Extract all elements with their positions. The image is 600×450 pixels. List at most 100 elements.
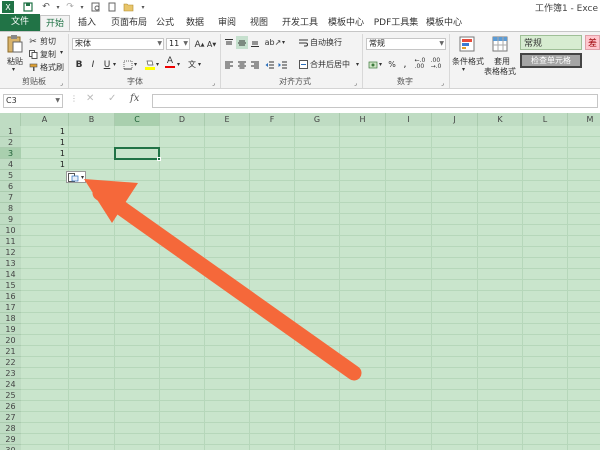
column-header-m[interactable]: M (568, 113, 600, 126)
phonetic-dropdown-icon[interactable]: ▾ (198, 61, 201, 68)
new-file-icon[interactable] (106, 1, 118, 13)
style-check-cell[interactable]: 检查单元格 (520, 53, 582, 68)
wrap-text-icon[interactable] (298, 36, 308, 49)
row-header-4[interactable]: 4 (0, 159, 21, 170)
copy-button[interactable]: 复制 (40, 49, 56, 60)
fill-color-icon[interactable] (144, 58, 156, 71)
shrink-font-button[interactable]: A ▼ (206, 38, 217, 51)
accounting-format-icon[interactable] (367, 58, 379, 71)
font-name-select[interactable]: 宋体 ▼ (72, 38, 164, 50)
row-header-1[interactable]: 1 (0, 126, 21, 137)
copy-icon[interactable] (28, 48, 38, 61)
column-header-b[interactable]: B (69, 113, 115, 126)
insert-function-icon[interactable]: fx (130, 93, 139, 104)
orientation-dropdown-icon[interactable]: ▾ (282, 39, 285, 46)
cut-icon[interactable]: ✂ (28, 35, 38, 48)
row-header-14[interactable]: 14 (0, 269, 21, 280)
tab-view[interactable]: 视图 (248, 15, 270, 31)
percent-style-icon[interactable]: % (386, 58, 398, 71)
column-header-a[interactable]: A (21, 113, 69, 126)
row-header-6[interactable]: 6 (0, 181, 21, 192)
worksheet-grid[interactable]: ABCDEFGHIJKLM 1 2 3 4 5 6 7 8 9 10 11 12 13 14 15 16 17 1… (0, 113, 600, 450)
italic-button[interactable]: I (87, 58, 99, 71)
row-header-7[interactable]: 7 (0, 192, 21, 203)
paste-dropdown-icon[interactable]: ▾ (12, 66, 15, 73)
borders-dropdown-icon[interactable]: ▾ (134, 61, 137, 68)
column-header-d[interactable]: D (160, 113, 205, 126)
column-header-h[interactable]: H (340, 113, 386, 126)
alignment-launcher-icon[interactable]: ⌟ (354, 80, 357, 87)
column-header-j[interactable]: J (432, 113, 478, 126)
row-header-5[interactable]: 5 (0, 170, 21, 181)
row-header-17[interactable]: 17 (0, 302, 21, 313)
row-header-27[interactable]: 27 (0, 412, 21, 423)
style-bad[interactable]: 差 (585, 35, 600, 50)
conditional-formatting-button[interactable]: 条件格式 (452, 56, 484, 67)
wrap-text-button[interactable]: 自动换行 (310, 37, 342, 48)
accounting-dropdown-icon[interactable]: ▾ (379, 61, 382, 68)
clipboard-launcher-icon[interactable]: ⌟ (60, 80, 63, 87)
row-header-15[interactable]: 15 (0, 280, 21, 291)
align-middle-icon[interactable] (236, 36, 248, 49)
decrease-decimal-icon[interactable]: .00 →.0 (429, 57, 443, 70)
row-header-28[interactable]: 28 (0, 423, 21, 434)
undo-dropdown-icon[interactable]: ▾ (54, 1, 62, 13)
tab-data[interactable]: 数据 (184, 15, 206, 31)
underline-dropdown-icon[interactable]: ▾ (113, 61, 116, 68)
paste-icon[interactable] (4, 34, 26, 54)
cell-a3[interactable]: 1 (21, 148, 65, 159)
fill-handle[interactable] (157, 157, 161, 161)
grow-font-button[interactable]: A ▲ (194, 38, 205, 51)
undo-icon[interactable]: ↶ (40, 1, 52, 13)
decrease-indent-icon[interactable] (264, 58, 276, 71)
row-header-30[interactable]: 30 (0, 445, 21, 450)
open-folder-icon[interactable] (122, 1, 134, 13)
customize-toolbar-icon[interactable]: ▾ (138, 1, 148, 13)
redo-icon[interactable]: ↷ (64, 1, 76, 13)
merge-center-icon[interactable] (298, 58, 308, 71)
format-painter-button[interactable]: 格式刷 (40, 62, 64, 73)
row-header-12[interactable]: 12 (0, 247, 21, 258)
row-header-9[interactable]: 9 (0, 214, 21, 225)
font-size-select[interactable]: 11 ▼ (166, 38, 190, 50)
tab-page-layout[interactable]: 页面布局 (108, 15, 150, 31)
align-center-icon[interactable] (236, 58, 248, 71)
row-header-2[interactable]: 2 (0, 137, 21, 148)
font-launcher-icon[interactable]: ⌟ (212, 80, 215, 87)
row-header-13[interactable]: 13 (0, 258, 21, 269)
phonetic-icon[interactable]: 文 (186, 58, 198, 71)
comma-style-icon[interactable]: , (399, 58, 411, 71)
paste-options-button[interactable]: ▾ (66, 171, 86, 183)
column-header-k[interactable]: K (478, 113, 523, 126)
merge-center-button[interactable]: 合并后居中 (310, 59, 350, 70)
row-header-21[interactable]: 21 (0, 346, 21, 357)
text-orientation-icon[interactable]: ab↗ (265, 36, 282, 49)
column-header-e[interactable]: E (205, 113, 250, 126)
redo-dropdown-icon[interactable]: ▾ (78, 1, 86, 13)
tab-formulas[interactable]: 公式 (154, 15, 176, 31)
column-header-f[interactable]: F (250, 113, 295, 126)
increase-decimal-icon[interactable]: ←.0.00 (413, 57, 427, 70)
font-color-dropdown-icon[interactable]: ▾ (177, 61, 180, 68)
copy-dropdown-icon[interactable]: ▾ (60, 49, 63, 56)
tab-insert[interactable]: 插入 (76, 15, 98, 31)
cell-a4[interactable]: 1 (21, 159, 65, 170)
select-all-corner[interactable] (0, 113, 21, 126)
formula-input[interactable] (152, 94, 598, 108)
style-normal[interactable]: 常规 (520, 35, 582, 50)
number-format-select[interactable]: 常规 ▼ (366, 38, 446, 50)
align-top-icon[interactable] (223, 36, 235, 49)
align-bottom-icon[interactable] (249, 36, 261, 49)
merge-dropdown-icon[interactable]: ▾ (356, 61, 359, 68)
column-header-i[interactable]: I (386, 113, 432, 126)
increase-indent-icon[interactable] (277, 58, 289, 71)
align-right-icon[interactable] (249, 58, 261, 71)
row-header-24[interactable]: 24 (0, 379, 21, 390)
bold-button[interactable]: B (73, 58, 85, 71)
row-header-11[interactable]: 11 (0, 236, 21, 247)
conditional-formatting-icon[interactable] (458, 35, 476, 53)
format-as-table-label-2[interactable]: 表格格式 (484, 66, 516, 77)
row-header-25[interactable]: 25 (0, 390, 21, 401)
cell-a1[interactable]: 1 (21, 126, 65, 137)
row-header-23[interactable]: 23 (0, 368, 21, 379)
